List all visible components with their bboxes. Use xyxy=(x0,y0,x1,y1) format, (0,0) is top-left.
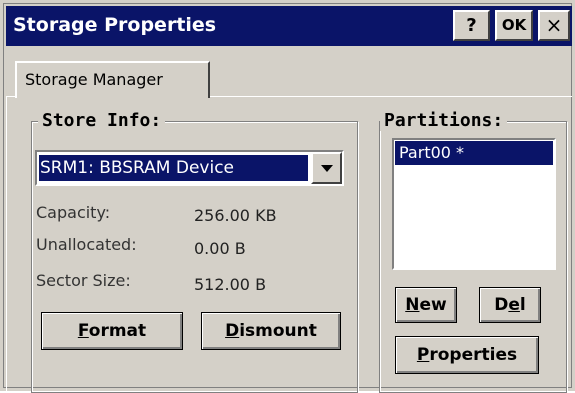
unallocated-value: 0.00 B xyxy=(194,239,246,258)
ok-button[interactable]: OK xyxy=(495,10,533,41)
new-button-label: ew xyxy=(419,295,447,315)
partitions-list[interactable]: Part00 * xyxy=(392,138,556,270)
dismount-button-label: ismount xyxy=(239,321,317,341)
close-button[interactable]: × xyxy=(538,10,570,41)
del-button-mnemonic: e xyxy=(508,295,520,315)
partitions-legend: Partitions: xyxy=(380,110,508,131)
chevron-down-icon xyxy=(321,165,333,172)
store-select-arrow-button[interactable] xyxy=(311,152,342,184)
store-select[interactable]: SRM1: BBSRAM Device xyxy=(35,150,344,186)
properties-button-label: roperties xyxy=(429,345,518,365)
sector-size-value: 512.00 B xyxy=(194,275,267,294)
sector-size-label: Sector Size: xyxy=(36,271,131,290)
storage-properties-window: Storage Properties ? OK × Storage Manage… xyxy=(0,0,575,393)
list-item[interactable]: Part00 * xyxy=(395,141,553,165)
unallocated-label: Unallocated: xyxy=(36,235,137,254)
dismount-button[interactable]: Dismount xyxy=(201,312,341,350)
help-button[interactable]: ? xyxy=(453,10,490,41)
format-button-label: ormat xyxy=(88,321,147,341)
new-button-mnemonic: N xyxy=(405,295,420,315)
properties-button-mnemonic: P xyxy=(416,345,430,365)
capacity-value: 256.00 KB xyxy=(194,206,277,225)
delete-partition-button[interactable]: Del xyxy=(479,287,541,323)
del-button-label: l xyxy=(519,295,526,315)
partition-properties-button[interactable]: Properties xyxy=(395,336,539,374)
capacity-label: Capacity: xyxy=(36,203,111,222)
window-title: Storage Properties xyxy=(13,14,217,36)
tab-storage-manager[interactable]: Storage Manager xyxy=(15,61,210,98)
title-bar: Storage Properties ? OK × xyxy=(6,6,572,46)
del-button-prefix: D xyxy=(494,295,509,315)
dismount-button-mnemonic: D xyxy=(225,321,240,341)
new-partition-button[interactable]: New xyxy=(395,287,457,323)
format-button-mnemonic: F xyxy=(77,321,89,341)
store-select-value: SRM1: BBSRAM Device xyxy=(39,155,308,181)
store-info-legend: Store Info: xyxy=(38,110,166,131)
format-button[interactable]: Format xyxy=(41,312,183,350)
